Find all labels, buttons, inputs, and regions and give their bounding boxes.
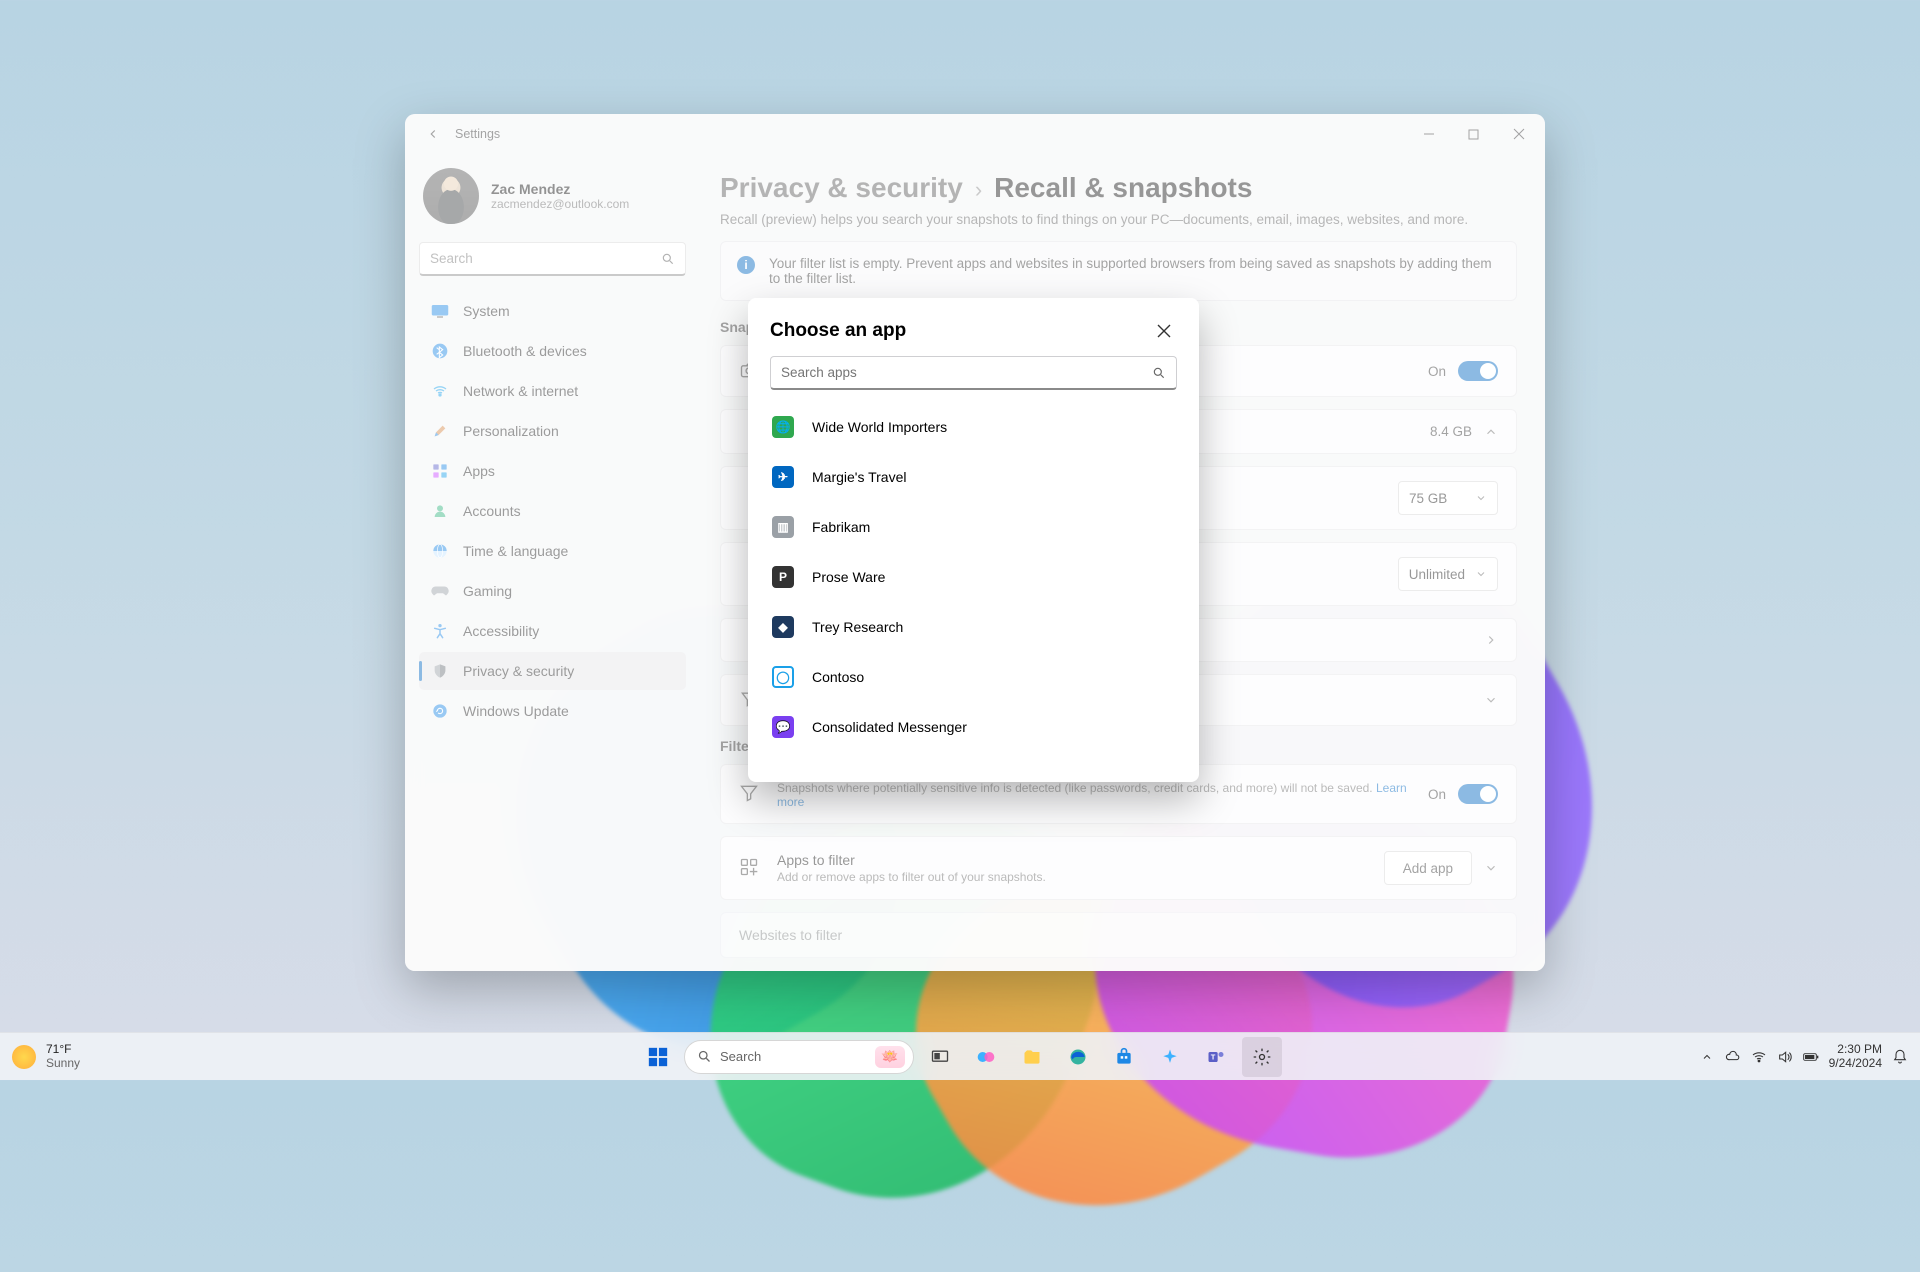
copilot-app-button[interactable]	[1150, 1037, 1190, 1077]
dialog-search-input[interactable]	[781, 365, 1144, 380]
app-icon: P	[772, 566, 794, 588]
taskbar-center: Search 🪷 T	[638, 1037, 1282, 1077]
tray-chevron-icon[interactable]	[1699, 1049, 1715, 1065]
clock-time: 2:30 PM	[1837, 1043, 1882, 1057]
edge-button[interactable]	[1058, 1037, 1098, 1077]
app-item[interactable]: P Prose Ware	[756, 552, 1191, 602]
search-icon	[1152, 366, 1166, 380]
app-name: Fabrikam	[812, 519, 870, 535]
app-icon: ◆	[772, 616, 794, 638]
explorer-button[interactable]	[1012, 1037, 1052, 1077]
app-name: Prose Ware	[812, 569, 885, 585]
weather-cond: Sunny	[46, 1057, 80, 1071]
app-item[interactable]: 🌐 Wide World Importers	[756, 402, 1191, 452]
svg-text:T: T	[1211, 1052, 1216, 1061]
app-name: Consolidated Messenger	[812, 719, 967, 735]
dialog-search[interactable]	[770, 356, 1177, 390]
task-view-button[interactable]	[920, 1037, 960, 1077]
app-icon: 🌐	[772, 416, 794, 438]
volume-icon[interactable]	[1777, 1049, 1793, 1065]
app-icon: ✈	[772, 466, 794, 488]
app-name: Margie's Travel	[812, 469, 906, 485]
taskbar: 71°F Sunny Search 🪷 T 2:30 PM 9/24/2024	[0, 1032, 1920, 1080]
battery-icon[interactable]	[1803, 1049, 1819, 1065]
app-list[interactable]: 🌐 Wide World Importers ✈ Margie's Travel ▥ Fa…	[748, 398, 1199, 752]
app-icon: ◯	[772, 666, 794, 688]
app-icon: 💬	[772, 716, 794, 738]
start-button[interactable]	[638, 1037, 678, 1077]
onedrive-icon[interactable]	[1725, 1049, 1741, 1065]
wifi-icon[interactable]	[1751, 1049, 1767, 1065]
taskbar-search[interactable]: Search 🪷	[684, 1040, 914, 1074]
app-item[interactable]: ◆ Trey Research	[756, 602, 1191, 652]
settings-taskbar-button[interactable]	[1242, 1037, 1282, 1077]
app-item[interactable]: ◯ Contoso	[756, 652, 1191, 702]
teams-button[interactable]: T	[1196, 1037, 1236, 1077]
dialog-close-button[interactable]	[1151, 318, 1177, 344]
search-highlight-icon: 🪷	[875, 1046, 905, 1068]
copilot-button[interactable]	[966, 1037, 1006, 1077]
clock-date: 9/24/2024	[1829, 1057, 1882, 1071]
app-icon: ▥	[772, 516, 794, 538]
app-name: Wide World Importers	[812, 419, 947, 435]
system-tray: 2:30 PM 9/24/2024	[1699, 1043, 1908, 1071]
app-item[interactable]: 💬 Consolidated Messenger	[756, 702, 1191, 752]
app-item[interactable]: ▥ Fabrikam	[756, 502, 1191, 552]
taskbar-weather[interactable]: 71°F Sunny	[12, 1043, 80, 1071]
taskbar-search-placeholder: Search	[720, 1049, 761, 1064]
dialog-title: Choose an app	[770, 320, 906, 342]
app-item[interactable]: ✈ Margie's Travel	[756, 452, 1191, 502]
choose-app-dialog: Choose an app 🌐 Wide World Importers ✈ Marg…	[748, 298, 1199, 782]
weather-sun-icon	[12, 1045, 36, 1069]
weather-temp: 71°F	[46, 1043, 80, 1057]
app-name: Contoso	[812, 669, 864, 685]
store-button[interactable]	[1104, 1037, 1144, 1077]
app-name: Trey Research	[812, 619, 903, 635]
taskbar-clock[interactable]: 2:30 PM 9/24/2024	[1829, 1043, 1882, 1071]
notifications-icon[interactable]	[1892, 1049, 1908, 1065]
